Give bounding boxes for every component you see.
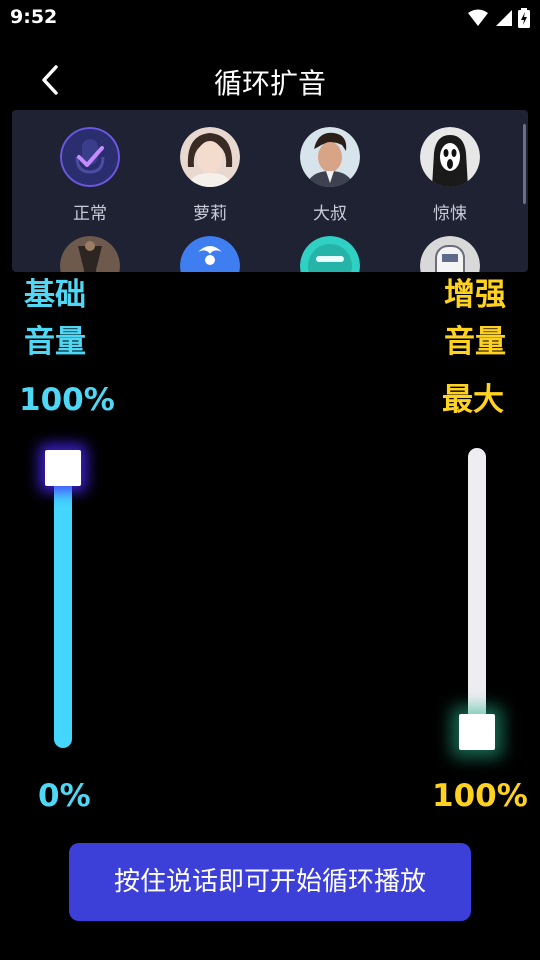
voice-item-7[interactable] — [280, 236, 380, 272]
cell-signal-icon — [496, 10, 512, 26]
voice-item-6[interactable] — [160, 236, 260, 272]
uncle-avatar — [300, 127, 360, 187]
voice-effect-grid: 正常 萝莉 大叔 惊悚 — [12, 110, 528, 272]
wifi-icon — [468, 9, 488, 26]
boost-volume-title-line2: 音量 — [444, 324, 506, 360]
voice-label: 惊悚 — [433, 204, 467, 224]
horror-avatar — [420, 127, 480, 187]
voice-item-loli[interactable]: 萝莉 — [160, 127, 260, 224]
status-icons — [468, 8, 530, 28]
voice-grid-scrollbar[interactable] — [523, 124, 526, 204]
status-bar: 9:52 — [0, 0, 540, 38]
voice-item-horror[interactable]: 惊悚 — [400, 127, 500, 224]
base-volume-slider[interactable] — [45, 448, 81, 748]
voice-item-normal[interactable]: 正常 — [40, 127, 140, 224]
voice-item-5[interactable] — [40, 236, 140, 272]
loli-avatar — [180, 127, 240, 187]
voice-label: 正常 — [73, 204, 107, 224]
voice-item-uncle[interactable]: 大叔 — [280, 127, 380, 224]
voice-avatar-5 — [60, 236, 120, 272]
base-volume-title-line2: 音量 — [24, 324, 86, 360]
voice-avatar-6 — [180, 236, 240, 272]
page-title: 循环扩音 — [213, 67, 326, 100]
base-volume-fill — [54, 450, 72, 748]
voice-avatar-8 — [420, 236, 480, 272]
base-volume-title-line1: 基础 — [24, 277, 86, 313]
boost-volume-value: 最大 — [442, 382, 504, 418]
battery-charging-icon — [518, 8, 530, 28]
hold-to-talk-button[interactable]: 按住说话即可开始循环播放 — [69, 843, 471, 921]
base-volume-min-label: 0% — [38, 778, 91, 814]
app-bar: 循环扩音 — [0, 52, 540, 110]
voice-label: 大叔 — [313, 204, 347, 224]
voice-item-8[interactable] — [400, 236, 500, 272]
voice-label: 萝莉 — [193, 204, 227, 224]
base-volume-value: 100% — [19, 382, 115, 418]
boost-volume-thumb[interactable] — [459, 714, 495, 750]
normal-voice-avatar — [60, 127, 120, 187]
boost-volume-track — [468, 448, 486, 748]
status-time: 9:52 — [10, 6, 58, 28]
boost-volume-title-line1: 增强 — [444, 277, 506, 313]
voice-avatar-7 — [300, 236, 360, 272]
boost-volume-slider[interactable] — [459, 448, 495, 750]
base-volume-thumb[interactable] — [45, 450, 81, 486]
boost-volume-min-label: 100% — [432, 778, 528, 814]
